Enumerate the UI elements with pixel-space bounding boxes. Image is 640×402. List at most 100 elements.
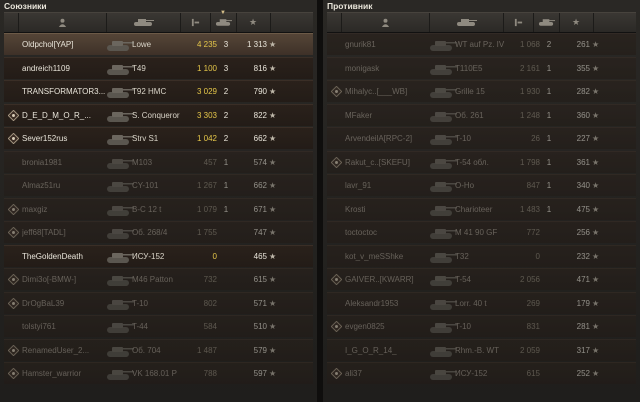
player-row[interactable]: ArvendeilA[RPC-2] T-10 26 1 227 ★ xyxy=(327,127,636,149)
player-row[interactable]: MFaker Об. 261 1 248 1 360 ★ xyxy=(327,103,636,126)
tank-name: T-10 xyxy=(132,298,149,308)
player-row[interactable]: Krosti Charioteer 1 483 1 475 ★ xyxy=(327,197,636,220)
tank-name: M46 Patton xyxy=(132,275,173,284)
player-row[interactable]: toctoctoc M 41 90 GF 772 256 ★ xyxy=(327,221,636,243)
player-row[interactable]: jeff68[TADL] Об. 268/4 1 755 747 ★ xyxy=(4,221,313,243)
allies-panel: Союзники ▼ ★ Oldpchol[YAP] Lowe 4 235 3 1 31… xyxy=(0,0,317,402)
player-row[interactable]: Hamster_warrior VK 168.01 P 788 597 ★ xyxy=(4,362,313,384)
tank-icon xyxy=(427,316,457,337)
player-row[interactable]: I_G_O_R_14_ Rhm.-B. WT 2 059 317 ★ xyxy=(327,338,636,361)
xp-value: 340 xyxy=(576,181,590,190)
xp-value: 597 xyxy=(253,369,267,378)
xp-value: 360 xyxy=(576,110,590,120)
player-row[interactable]: Rakut_c..[SKEFU] T-54 обл. 1 798 1 361 ★ xyxy=(327,150,636,173)
player-row[interactable]: Sever152rus Strv S1 1 042 2 662 ★ xyxy=(4,127,313,149)
col-tank[interactable] xyxy=(429,13,504,32)
clan-icon xyxy=(331,321,342,332)
xp-value: 510 xyxy=(253,322,267,331)
player-row[interactable]: Dimi3o[-BMW-] M46 Patton 732 615 ★ xyxy=(4,268,313,290)
tank-icon xyxy=(104,152,134,173)
player-name: toctoctoc xyxy=(345,228,378,237)
frags-value: 1 xyxy=(546,181,552,190)
frags-value xyxy=(218,363,234,384)
clan-icon xyxy=(8,133,19,144)
player-name: tolstyi761 xyxy=(22,322,56,331)
star-icon: ★ xyxy=(592,228,600,237)
player-name: D_E_D_M_O_R_... xyxy=(22,110,91,120)
player-row[interactable]: Mihalyc..[___WB] Grille 15 1 930 1 282 ★ xyxy=(327,80,636,102)
tank-name: T-54 xyxy=(455,275,472,284)
tank-icon xyxy=(104,58,134,79)
player-row[interactable]: tolstyi761 T-44 584 510 ★ xyxy=(4,315,313,337)
col-damage[interactable] xyxy=(180,13,211,32)
player-row[interactable]: kot_v_meSShke T32 0 232 ★ xyxy=(327,244,636,267)
player-name: RenamedUser_2... xyxy=(22,345,90,355)
player-row[interactable]: Almaz51ru CY-101 1 267 1 662 ★ xyxy=(4,174,313,196)
col-frags[interactable] xyxy=(533,13,560,32)
tank-icon xyxy=(104,199,134,220)
frags-value xyxy=(541,316,557,337)
player-row[interactable]: ali37 ИСУ-152 615 252 ★ xyxy=(327,362,636,384)
tank-icon xyxy=(104,269,134,290)
frags-value: 1 xyxy=(546,110,552,120)
player-row[interactable]: RenamedUser_2... Об. 704 1 487 579 ★ xyxy=(4,338,313,361)
person-icon xyxy=(381,18,389,27)
player-row[interactable]: TheGoldenDeath ИСУ-152 0 465 ★ xyxy=(4,244,313,267)
frags-value xyxy=(218,293,234,314)
enemies-list: gnurik81 WT auf Pz. IV 1 068 2 261 ★ monigask T… xyxy=(327,33,636,386)
player-row[interactable]: monigask T110E5 2 161 1 355 ★ xyxy=(327,56,636,79)
star-icon: ★ xyxy=(592,87,600,96)
tank-name: Strv S1 xyxy=(132,134,159,143)
col-frags[interactable]: ▼ xyxy=(210,10,237,32)
tank-name: S. Conqueror xyxy=(132,110,180,120)
tank-name: ИСУ-152 xyxy=(455,369,488,378)
tank-name: Об. 268/4 xyxy=(132,228,168,237)
clan-icon xyxy=(8,203,19,215)
star-icon: ★ xyxy=(592,110,600,120)
tank-icon xyxy=(104,175,134,196)
damage-value: 1 483 xyxy=(519,204,540,214)
star-icon: ★ xyxy=(592,181,600,190)
player-row[interactable]: gnurik81 WT auf Pz. IV 1 068 2 261 ★ xyxy=(327,33,636,55)
col-tank[interactable] xyxy=(106,13,181,32)
damage-icon xyxy=(514,18,522,27)
xp-value: 475 xyxy=(576,204,590,214)
col-clan[interactable] xyxy=(327,13,342,32)
player-row[interactable]: bronia1981 M103 457 1 574 ★ xyxy=(4,150,313,173)
player-row[interactable]: GAIVER..[KWARR] T-54 2 056 471 ★ xyxy=(327,268,636,290)
damage-value: 2 056 xyxy=(519,275,540,284)
clan-icon xyxy=(8,297,19,309)
xp-value: 747 xyxy=(253,228,267,237)
star-icon: ★ xyxy=(269,228,277,237)
player-row[interactable]: andreich1109 T49 1 100 3 816 ★ xyxy=(4,56,313,79)
col-player[interactable] xyxy=(18,13,107,32)
player-row[interactable]: evgen0825 T-10 831 281 ★ xyxy=(327,315,636,337)
tank-name: O-Ho xyxy=(455,181,475,190)
tank-name: T-44 xyxy=(132,322,149,331)
player-row[interactable]: TRANSFORMATOR3... T92 HMC 3 029 2 790 ★ xyxy=(4,80,313,102)
player-name: evgen0825 xyxy=(345,322,385,331)
player-name: lavr_91 xyxy=(345,181,372,190)
frags-value: 3 xyxy=(223,40,229,49)
col-extra xyxy=(270,13,313,32)
col-player[interactable] xyxy=(341,13,430,32)
player-row[interactable]: D_E_D_M_O_R_... S. Conqueror 3 303 2 822 ★ xyxy=(4,103,313,126)
col-xp[interactable]: ★ xyxy=(559,13,594,32)
damage-value: 4 235 xyxy=(196,40,217,49)
player-row[interactable]: Aleksandr1953 Lorr. 40 t 269 179 ★ xyxy=(327,291,636,314)
player-row[interactable]: Oldpchol[YAP] Lowe 4 235 3 1 313 ★ xyxy=(4,33,313,55)
player-name: Almaz51ru xyxy=(22,181,61,190)
player-name: MFaker xyxy=(345,110,373,120)
player-row[interactable]: lavr_91 O-Ho 847 1 340 ★ xyxy=(327,174,636,196)
col-clan[interactable] xyxy=(4,13,19,32)
frags-value: 1 xyxy=(546,134,552,143)
player-row[interactable]: DrOgBaL39 T-10 802 571 ★ xyxy=(4,291,313,314)
col-damage[interactable] xyxy=(503,13,534,32)
frags-value xyxy=(218,316,234,337)
xp-value: 179 xyxy=(576,298,590,308)
player-row[interactable]: maxgiz B-C 12 t 1 079 1 671 ★ xyxy=(4,197,313,220)
xp-value: 252 xyxy=(576,369,590,378)
tank-icon xyxy=(427,199,457,220)
damage-value: 1 248 xyxy=(519,110,540,120)
col-xp[interactable]: ★ xyxy=(236,13,271,32)
